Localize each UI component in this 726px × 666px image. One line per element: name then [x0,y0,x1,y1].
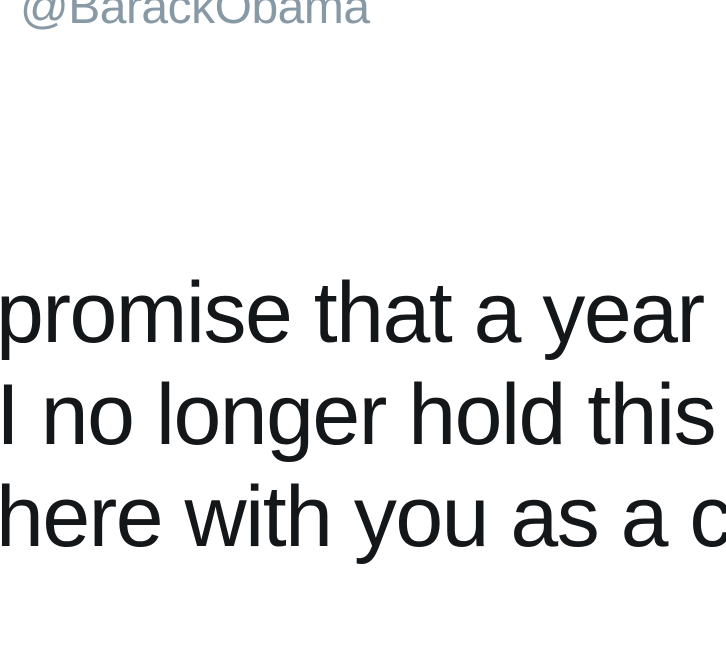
user-handle-link[interactable]: @BarackObama [20,0,370,38]
tweet-card: @BarackObama promise that a year from n … [0,0,726,666]
tweet-text-line: promise that a year from n [0,265,726,361]
tweet-text: promise that a year from n I no longer h… [0,262,726,568]
tweet-text-line: here with you as a citizen." [0,469,726,565]
tweet-text-line: I no longer hold this office, [0,367,726,463]
